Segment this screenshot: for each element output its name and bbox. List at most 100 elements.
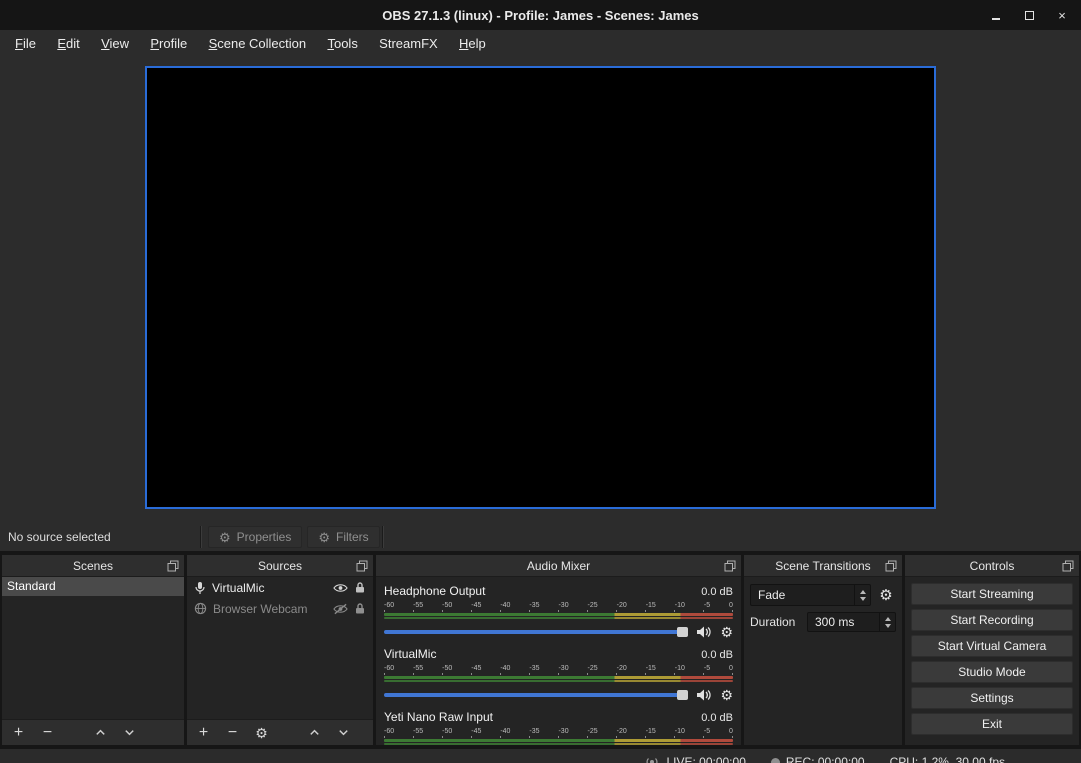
db-tick: -45 (471, 727, 481, 736)
duration-spinbox[interactable]: 300 ms (807, 612, 896, 632)
start-virtual-camera-button[interactable]: Start Virtual Camera (911, 635, 1073, 657)
start-streaming-button[interactable]: Start Streaming (911, 583, 1073, 605)
dock-popout-icon[interactable] (1062, 560, 1074, 572)
transition-row: Fade ⚙ (750, 584, 896, 606)
live-broadcast-icon (644, 756, 660, 763)
properties-label: Properties (237, 530, 292, 544)
preview-canvas[interactable] (145, 66, 936, 509)
db-tick: -20 (617, 664, 627, 673)
db-tick: -55 (413, 601, 423, 610)
sources-toolbar: + − ⚙ (187, 719, 373, 745)
remove-source-button[interactable]: − (225, 724, 240, 742)
source-properties-gear-icon[interactable]: ⚙ (254, 724, 269, 742)
db-tick: -25 (588, 601, 598, 610)
add-source-button[interactable]: + (196, 724, 211, 742)
preview-area (0, 58, 1081, 523)
controls-title: Controls (970, 559, 1015, 573)
slider-track (384, 630, 688, 634)
menu-view[interactable]: View (92, 30, 138, 58)
menu-streamfx[interactable]: StreamFX (370, 30, 447, 58)
menu-file[interactable]: File (6, 30, 45, 58)
source-move-down-button[interactable] (336, 724, 351, 742)
source-row-virtualmic[interactable]: VirtualMic (187, 577, 373, 598)
separator (382, 526, 383, 548)
dock-popout-icon[interactable] (885, 560, 897, 572)
arrow-down-icon (860, 597, 866, 601)
volume-meter (384, 743, 733, 745)
microphone-icon (194, 581, 206, 595)
menu-edit[interactable]: Edit (48, 30, 88, 58)
live-time: LIVE: 00:00:00 (666, 755, 745, 763)
lock-icon[interactable] (354, 602, 366, 615)
volume-meter (384, 617, 733, 619)
chevron-up-icon (94, 726, 107, 739)
db-tick: -30 (558, 727, 568, 736)
lock-icon[interactable] (354, 581, 366, 594)
dock-popout-icon[interactable] (167, 560, 179, 572)
menu-help[interactable]: Help (450, 30, 495, 58)
channel-header: Headphone Output 0.0 dB (384, 584, 733, 599)
db-scale: -60-55-50-45-40-35-30-25-20-15-10-50 (384, 664, 733, 673)
duration-label: Duration (750, 615, 802, 629)
channel-settings-gear-icon[interactable]: ⚙ (720, 625, 733, 639)
exit-button[interactable]: Exit (911, 713, 1073, 735)
volume-slider[interactable] (384, 625, 688, 639)
spin-arrows (879, 613, 895, 631)
close-button[interactable]: × (1055, 8, 1069, 22)
start-recording-button[interactable]: Start Recording (911, 609, 1073, 631)
db-tickmarks (384, 736, 733, 738)
slider-handle[interactable] (677, 690, 688, 700)
source-move-up-button[interactable] (307, 724, 322, 742)
visibility-eye-icon[interactable] (333, 582, 348, 594)
scene-move-down-button[interactable] (122, 724, 137, 742)
scene-item-standard[interactable]: Standard (2, 577, 184, 596)
menu-tools[interactable]: Tools (318, 30, 366, 58)
db-tick: -55 (413, 664, 423, 673)
duration-value: 300 ms (815, 615, 854, 629)
channel-name: VirtualMic (384, 647, 436, 661)
channel-name: Yeti Nano Raw Input (384, 710, 493, 724)
scene-move-up-button[interactable] (93, 724, 108, 742)
channel-name: Headphone Output (384, 584, 485, 598)
visibility-off-icon[interactable] (333, 603, 348, 615)
channel-settings-gear-icon[interactable]: ⚙ (720, 688, 733, 702)
db-scale: -60-55-50-45-40-35-30-25-20-15-10-50 (384, 727, 733, 736)
db-tick: -10 (675, 601, 685, 610)
add-scene-button[interactable]: + (11, 724, 26, 742)
speaker-icon[interactable] (696, 688, 712, 702)
studio-mode-button[interactable]: Studio Mode (911, 661, 1073, 683)
dock-popout-icon[interactable] (356, 560, 368, 572)
db-tick: -40 (500, 727, 510, 736)
minimize-button[interactable] (989, 8, 1003, 22)
mixer-channel-yeti-nano-raw-input: Yeti Nano Raw Input 0.0 dB -60-55-50-45-… (376, 703, 741, 745)
transition-select[interactable]: Fade (750, 584, 871, 606)
db-tick: -25 (588, 727, 598, 736)
db-tick: -55 (413, 727, 423, 736)
speaker-icon[interactable] (696, 625, 712, 639)
settings-button[interactable]: Settings (911, 687, 1073, 709)
properties-button[interactable]: ⚙ Properties (208, 526, 302, 548)
spin-up-button[interactable] (885, 617, 891, 621)
gear-icon: ⚙ (219, 531, 231, 544)
remove-scene-button[interactable]: − (40, 724, 55, 742)
menu-scene-collection[interactable]: Scene Collection (200, 30, 316, 58)
controls-dock: Controls Start Streaming Start Recording… (905, 555, 1079, 745)
scenes-toolbar: + − (2, 719, 184, 745)
obs-window: OBS 27.1.3 (linux) - Profile: James - Sc… (0, 0, 1081, 763)
menu-bar: File Edit View Profile Scene Collection … (0, 30, 1081, 58)
volume-slider[interactable] (384, 688, 688, 702)
maximize-button[interactable] (1022, 8, 1036, 22)
spin-down-button[interactable] (885, 624, 891, 628)
scenes-list: Standard (2, 577, 184, 719)
db-tick: -30 (558, 664, 568, 673)
filters-button[interactable]: ⚙ Filters (307, 526, 379, 548)
source-row-browser-webcam[interactable]: Browser Webcam (187, 598, 373, 619)
slider-handle[interactable] (677, 627, 688, 637)
channel-volume-db: 0.0 dB (701, 712, 733, 724)
menu-profile[interactable]: Profile (141, 30, 196, 58)
dock-popout-icon[interactable] (724, 560, 736, 572)
transition-properties-gear-icon[interactable]: ⚙ (876, 585, 896, 605)
scenes-title: Scenes (73, 559, 113, 573)
db-tick: -15 (646, 664, 656, 673)
chevron-down-icon (123, 726, 136, 739)
